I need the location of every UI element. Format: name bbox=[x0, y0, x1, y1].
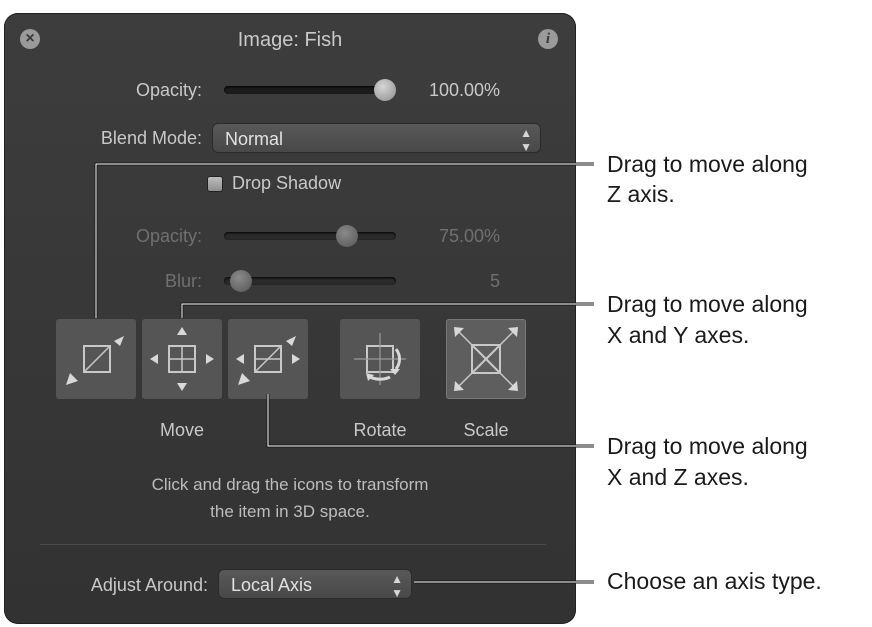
callout-xz-line1: Drag to move along bbox=[607, 433, 808, 459]
callout-xy-line2: X and Y axes. bbox=[607, 322, 750, 348]
callout-z-line2: Z axis. bbox=[607, 181, 675, 207]
callout-axis-type: Choose an axis type. bbox=[607, 568, 822, 594]
callout-xy-line1: Drag to move along bbox=[607, 291, 808, 317]
callout-z-line1: Drag to move along bbox=[607, 151, 808, 177]
callout-xz-line2: X and Z axes. bbox=[607, 464, 749, 490]
